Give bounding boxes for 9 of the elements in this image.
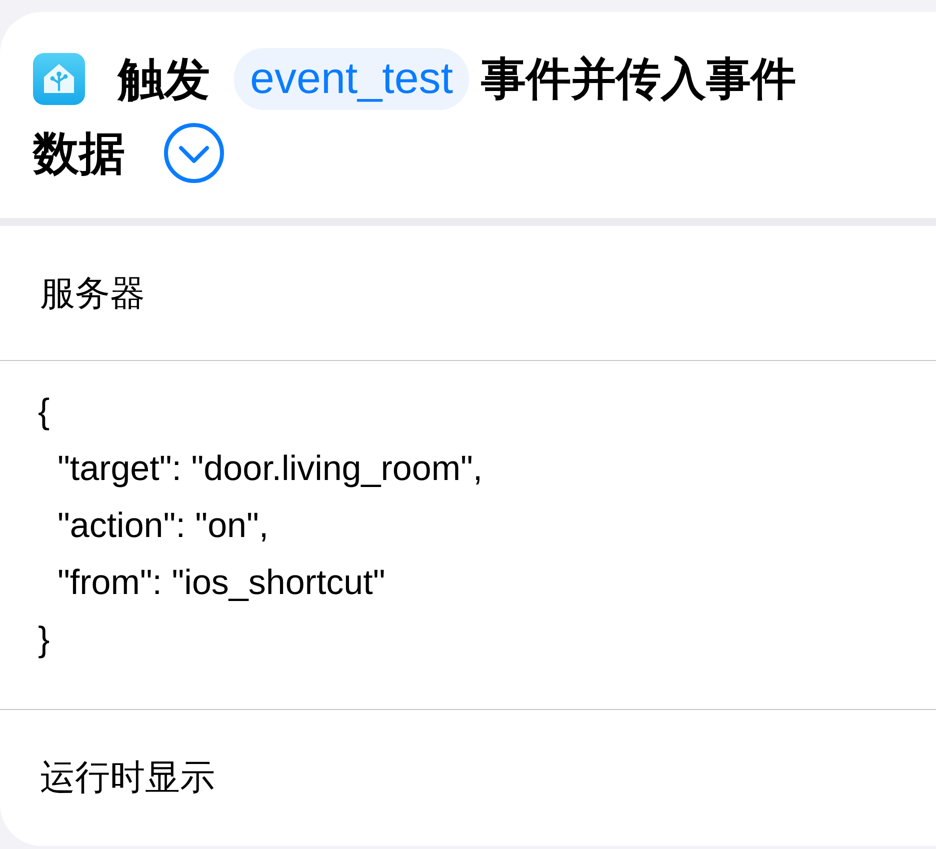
- action-description: 数据: [33, 126, 125, 181]
- parameter-label[interactable]: 服务器: [40, 270, 145, 316]
- expand-chevron-icon[interactable]: [163, 122, 225, 184]
- parameter-label[interactable]: 运行时显示: [40, 754, 215, 800]
- home-app-icon: [33, 53, 85, 105]
- action-description: 事件并传入事件: [481, 52, 796, 106]
- json-text[interactable]: { "target": "door.living_room", "action": "on", "from": "ios_shortcut" }: [38, 383, 483, 668]
- action-verb: 触发: [118, 52, 210, 107]
- event-name-token[interactable]: event_test: [234, 48, 470, 110]
